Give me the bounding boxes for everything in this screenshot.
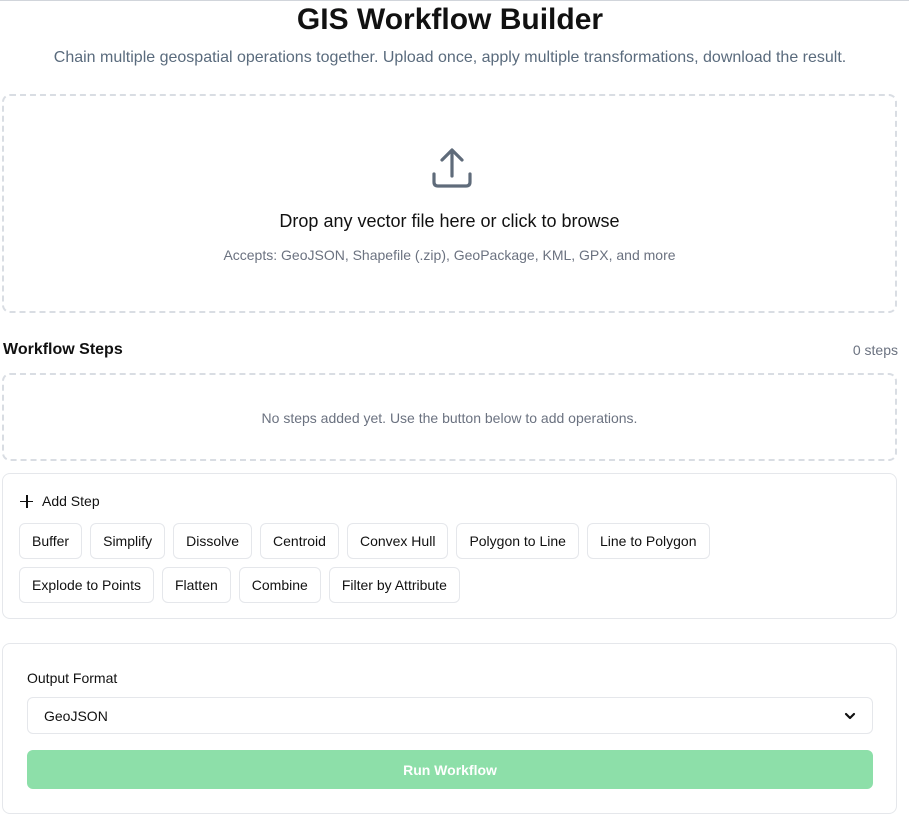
op-polygon-to-line-button[interactable]: Polygon to Line	[456, 523, 579, 559]
workflow-steps-title: Workflow Steps	[3, 341, 123, 358]
op-centroid-button[interactable]: Centroid	[260, 523, 339, 559]
add-step-header: Add Step	[20, 490, 100, 512]
run-workflow-button[interactable]: Run Workflow	[27, 750, 873, 789]
plus-icon	[20, 494, 33, 508]
op-flatten-button[interactable]: Flatten	[161, 567, 231, 603]
output-format-label: Output Format	[27, 670, 118, 686]
workflow-steps-count: 0 steps	[852, 342, 898, 358]
op-explode-to-points-button[interactable]: Explode to Points	[19, 567, 154, 603]
op-convex-hull-button[interactable]: Convex Hull	[346, 523, 449, 559]
op-buffer-button[interactable]: Buffer	[19, 523, 83, 559]
add-step-label: Add Step	[42, 493, 100, 509]
workflow-empty-message: No steps added yet. Use the button below…	[261, 410, 638, 426]
output-format-select[interactable]: GeoJSON	[27, 697, 873, 734]
operations-row-1: Buffer Simplify Dissolve Centroid Convex…	[19, 523, 710, 559]
file-dropzone[interactable]: Drop any vector file here or click to br…	[2, 94, 897, 313]
op-line-to-polygon-button[interactable]: Line to Polygon	[586, 523, 710, 559]
page-subtitle: Chain multiple geospatial operations tog…	[53, 49, 847, 66]
op-simplify-button[interactable]: Simplify	[90, 523, 166, 559]
dropzone-title: Drop any vector file here or click to br…	[279, 211, 620, 231]
workflow-steps-list: No steps added yet. Use the button below…	[2, 373, 897, 461]
operations-row-2: Explode to Points Flatten Combine Filter…	[19, 567, 460, 603]
chevron-down-icon	[844, 712, 856, 719]
dropzone-accepts: Accepts: GeoJSON, Shapefile (.zip), GeoP…	[223, 247, 676, 263]
op-filter-by-attribute-button[interactable]: Filter by Attribute	[328, 567, 460, 603]
op-combine-button[interactable]: Combine	[238, 567, 321, 603]
output-format-value: GeoJSON	[44, 707, 108, 724]
output-panel: Output Format GeoJSON Run Workflow	[2, 643, 897, 814]
top-divider	[0, 0, 909, 1]
page-title: GIS Workflow Builder	[296, 3, 604, 36]
upload-icon	[432, 148, 472, 188]
add-step-panel: Add Step Buffer Simplify Dissolve Centro…	[2, 473, 897, 619]
op-dissolve-button[interactable]: Dissolve	[173, 523, 253, 559]
